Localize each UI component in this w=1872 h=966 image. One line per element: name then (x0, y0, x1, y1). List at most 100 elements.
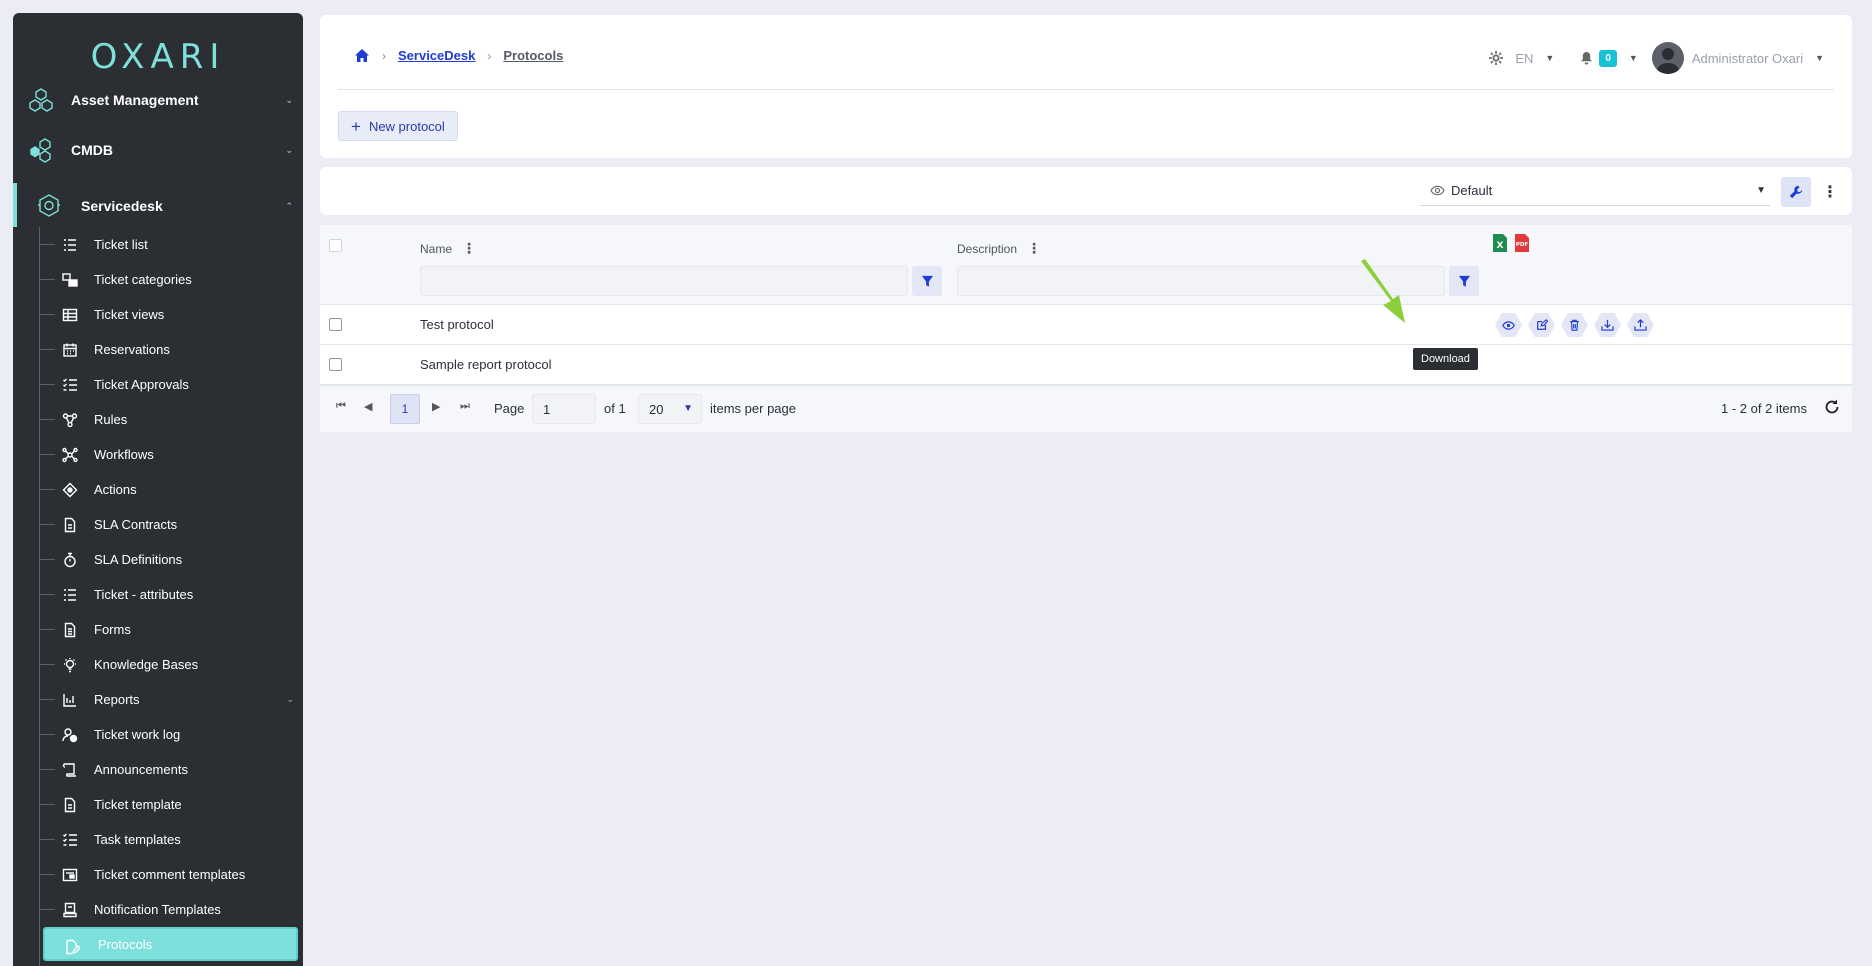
sidebar-item-workflows[interactable]: Workflows (39, 437, 303, 472)
svg-text:PDF: PDF (1516, 242, 1529, 248)
next-page-button[interactable]: ▶ (432, 400, 440, 413)
caret-down-icon[interactable]: ▼ (1629, 53, 1638, 63)
table-row[interactable]: Sample report protocol (320, 345, 1852, 385)
sidebar-item-task-templates[interactable]: Task templates (39, 822, 303, 857)
prev-page-button[interactable]: ◀ (364, 400, 372, 413)
more-options-button[interactable]: ⋮ (1820, 177, 1840, 207)
sidebar-item-protocols[interactable]: Protocols (43, 927, 298, 961)
column-menu-icon[interactable]: ⋮ (462, 240, 476, 257)
download-button[interactable] (1594, 313, 1621, 337)
description-filter-button[interactable] (1449, 266, 1479, 296)
name-filter-button[interactable] (912, 266, 942, 296)
logo-text: OXARI (90, 37, 226, 77)
notification-badge[interactable]: 0 (1599, 49, 1617, 67)
upload-button[interactable] (1627, 313, 1654, 337)
chart-icon (63, 694, 76, 707)
page-number-input[interactable]: 1 (532, 394, 596, 424)
sidebar-item-ticket-work-log[interactable]: Ticket work log (39, 717, 303, 752)
sidebar-item-label: Ticket template (94, 797, 182, 812)
edit-button[interactable] (1528, 313, 1555, 337)
column-header-description[interactable]: Description ⋮ (957, 240, 1041, 257)
sidebar-item-sla-definitions[interactable]: SLA Definitions (39, 542, 303, 577)
sidebar-item-ticket-comment-templates[interactable]: Ticket comment templates (39, 857, 303, 892)
chevron-down-icon: ⌄ (285, 144, 293, 155)
delete-button[interactable] (1561, 313, 1588, 337)
view-selector[interactable]: Default ▼ (1420, 176, 1770, 206)
sidebar-item-ticket-categories[interactable]: Ticket categories (39, 262, 303, 297)
header-controls: EN ▼ 0 ▼ Administrator Oxari ▼ (1489, 42, 1824, 74)
column-header-name[interactable]: Name ⋮ (420, 240, 476, 257)
current-page-button[interactable]: 1 (390, 394, 420, 424)
page-header: › ServiceDesk › Protocols EN ▼ 0 ▼ Admin… (320, 15, 1852, 158)
excel-export-icon[interactable]: X (1492, 233, 1508, 253)
breadcrumb-separator: › (382, 48, 386, 63)
new-protocol-button[interactable]: + New protocol (338, 111, 458, 141)
filter-icon (1458, 275, 1470, 287)
sidebar-item-label: Ticket views (94, 307, 165, 322)
comment-template-icon (62, 868, 78, 882)
sidebar-item-sla-contracts[interactable]: SLA Contracts (39, 507, 303, 542)
table-icon (62, 308, 78, 322)
caret-down-icon: ▼ (1756, 185, 1766, 196)
plus-icon: + (351, 116, 361, 136)
hexagon-network-icon (29, 88, 53, 112)
sidebar-item-label: SLA Contracts (94, 517, 178, 532)
sidebar-item-label: Ticket Approvals (94, 377, 189, 392)
sidebar-item-label: Workflows (94, 447, 154, 462)
last-page-button[interactable]: ⏭ (460, 400, 470, 413)
sidebar-item-reservations[interactable]: Reservations (39, 332, 303, 367)
home-icon[interactable] (354, 48, 370, 63)
row-checkbox[interactable] (329, 318, 342, 331)
sidebar-item-ticket-views[interactable]: Ticket views (39, 297, 303, 332)
sidebar-item-reports[interactable]: Reports ⌄ (39, 682, 303, 717)
oxari-logo[interactable]: OXARI (13, 37, 303, 77)
sidebar-item-label: Reports (94, 692, 140, 707)
sidebar-item-forms[interactable]: Forms (39, 612, 303, 647)
row-name: Sample report protocol (420, 357, 552, 372)
view-button[interactable] (1495, 313, 1522, 337)
row-checkbox[interactable] (329, 358, 342, 371)
caret-down-icon: ▼ (683, 403, 693, 414)
name-filter-input[interactable] (420, 266, 908, 296)
pdf-export-icon[interactable]: PDF (1514, 233, 1530, 253)
sidebar-item-announcements[interactable]: Announcements (39, 752, 303, 787)
sidebar-item-cmdb[interactable]: CMDB ⌄ (13, 129, 303, 171)
trash-icon (1570, 319, 1579, 331)
sidebar-item-ticket-attributes[interactable]: Ticket - attributes (39, 577, 303, 612)
sidebar-item-ticket-list[interactable]: Ticket list (39, 227, 303, 262)
caret-down-icon[interactable]: ▼ (1545, 53, 1554, 63)
caret-down-icon[interactable]: ▼ (1815, 53, 1824, 63)
column-menu-icon[interactable]: ⋮ (1027, 240, 1041, 257)
svg-text:X: X (1497, 241, 1504, 251)
sidebar-item-asset-management[interactable]: Asset Management ⌄ (13, 79, 303, 121)
select-all-checkbox[interactable] (329, 239, 342, 252)
sidebar-item-ticket-template[interactable]: Ticket template (39, 787, 303, 822)
sidebar-item-notification-templates[interactable]: Notification Templates (39, 892, 303, 927)
sidebar-item-servicedesk[interactable]: Servicedesk ⌃ (13, 185, 303, 227)
view-name: Default (1451, 183, 1493, 198)
checklist-icon (63, 378, 77, 391)
column-description-label: Description (957, 241, 1018, 256)
sidebar-item-ticket-approvals[interactable]: Ticket Approvals (39, 367, 303, 402)
table-row[interactable]: Test protocol (320, 305, 1852, 345)
first-page-button[interactable]: ⏮ (336, 400, 346, 413)
refresh-icon[interactable] (1824, 399, 1840, 415)
sidebar-item-actions[interactable]: Actions (39, 472, 303, 507)
settings-wrench-button[interactable] (1781, 177, 1811, 207)
breadcrumb-servicedesk[interactable]: ServiceDesk (398, 48, 475, 63)
sidebar-item-label: Protocols (98, 936, 153, 952)
avatar[interactable] (1651, 42, 1684, 74)
sidebar-item-rules[interactable]: Rules (39, 402, 303, 437)
breadcrumb-protocols[interactable]: Protocols (503, 48, 563, 63)
sidebar-item-knowledge-bases[interactable]: Knowledge Bases (39, 647, 303, 682)
grid-header: Name ⋮ Description ⋮ X PDF (320, 225, 1852, 305)
eye-icon (1502, 320, 1515, 330)
calendar-icon (63, 343, 77, 357)
sidebar-item-label: SLA Definitions (94, 552, 183, 567)
page-size-select[interactable]: 20 ▼ (638, 394, 702, 424)
user-name[interactable]: Administrator Oxari (1692, 51, 1803, 66)
sidebar-item-label: Servicedesk (81, 198, 163, 214)
bell-icon[interactable] (1580, 51, 1593, 65)
language-selector[interactable]: EN (1515, 51, 1533, 66)
gear-icon[interactable] (1489, 51, 1504, 65)
